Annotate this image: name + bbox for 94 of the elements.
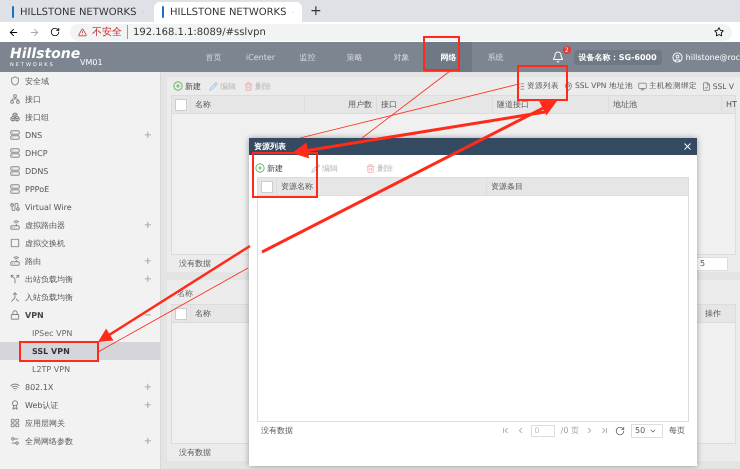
- empty-message: 没有数据: [179, 447, 211, 458]
- close-button[interactable]: [682, 141, 693, 152]
- page-size-select[interactable]: 50: [631, 424, 663, 438]
- first-page-icon[interactable]: [500, 426, 510, 435]
- pin-icon: [564, 82, 574, 90]
- plus-icon: [173, 81, 183, 91]
- menu-icon: [10, 202, 20, 212]
- column-header: 资源名称: [276, 178, 486, 195]
- menu-icon: [10, 292, 20, 302]
- next-page-icon[interactable]: [585, 426, 594, 435]
- sidebar-subitem[interactable]: SSL VPN: [0, 342, 160, 360]
- highlight-frame: [252, 152, 318, 198]
- back-icon[interactable]: [8, 26, 19, 38]
- sidebar-item[interactable]: VPN −: [0, 306, 160, 324]
- column-header: 名称: [190, 96, 304, 113]
- checkbox[interactable]: [175, 308, 187, 320]
- sidebar-item[interactable]: 虚拟交换机: [0, 234, 160, 252]
- trash-icon: [244, 82, 253, 90]
- sidebar-item[interactable]: 802.1X +: [0, 378, 160, 396]
- sidebar-item[interactable]: 接口: [0, 90, 160, 108]
- sidebar-item[interactable]: 入站负载均衡: [0, 288, 160, 306]
- column-header: 操作: [700, 305, 740, 322]
- column-header: 接口: [376, 96, 492, 113]
- menu-icon: [10, 220, 20, 230]
- checkbox[interactable]: [261, 181, 273, 193]
- column-header: HT: [721, 96, 740, 113]
- column-header: 地址池: [608, 96, 721, 113]
- menu-icon: [10, 256, 20, 266]
- add-button[interactable]: 新建: [173, 80, 201, 92]
- menu-icon: [10, 418, 20, 428]
- address-bar[interactable]: 不安全 192.168.1.1:8089/#sslvpn: [70, 24, 732, 40]
- empty-message: 没有数据: [179, 258, 211, 269]
- menu-icon: [10, 112, 20, 122]
- menu-icon: [10, 76, 20, 86]
- url-text: 192.168.1.1:8089/#sslvpn: [133, 26, 266, 38]
- highlight-frame: [517, 65, 568, 101]
- sidebar-item[interactable]: 接口组: [0, 108, 160, 126]
- menu-icon: [10, 238, 20, 248]
- sidebar-item[interactable]: Virtual Wire: [0, 198, 160, 216]
- column-header: 用户数: [304, 96, 376, 113]
- monitor-icon: [638, 82, 647, 90]
- device-name: 设备名称：SG-6000: [574, 50, 662, 64]
- refresh-icon[interactable]: [615, 426, 625, 436]
- sidebar-item[interactable]: 应用层网关: [0, 414, 160, 432]
- add-button[interactable]: 新建: [255, 162, 283, 174]
- user-icon[interactable]: [672, 52, 683, 62]
- pencil-icon: [209, 82, 218, 90]
- sidebar-item[interactable]: 虚拟路由器 +: [0, 216, 160, 234]
- sidebar-item[interactable]: Web认证 +: [0, 396, 160, 414]
- last-page-icon[interactable]: [600, 426, 609, 435]
- menu-icon: [10, 310, 20, 320]
- warning-icon: [78, 28, 87, 36]
- menu-icon: [10, 166, 20, 176]
- forward-icon[interactable]: [29, 26, 40, 38]
- star-icon[interactable]: [714, 27, 724, 37]
- menu-icon: [10, 94, 20, 104]
- page-count: /0 页: [560, 425, 579, 436]
- sidebar-item[interactable]: DHCP: [0, 144, 160, 162]
- document-icon: [702, 82, 711, 90]
- browser-tab[interactable]: HILLSTONE NETWORKS: [154, 2, 302, 22]
- reload-icon[interactable]: [50, 27, 60, 37]
- menu-icon: [10, 130, 20, 140]
- sidebar-item[interactable]: 路由 +: [0, 252, 160, 270]
- page-size-select[interactable]: 5: [696, 256, 728, 270]
- pencil-icon: [311, 164, 320, 172]
- sidebar-subitem[interactable]: L2TP VPN: [0, 360, 160, 378]
- per-page-label: 每页: [669, 425, 685, 436]
- menu-icon: [10, 436, 20, 446]
- sidebar-item[interactable]: 全局网络参数 +: [0, 432, 160, 450]
- notification-bell-icon[interactable]: [552, 51, 564, 63]
- sidebar-item[interactable]: 出站负载均衡 +: [0, 270, 160, 288]
- sidebar-item[interactable]: DNS +: [0, 126, 160, 144]
- menu-icon: [10, 382, 20, 392]
- sidebar-item[interactable]: DDNS: [0, 162, 160, 180]
- checkbox[interactable]: [175, 99, 187, 111]
- empty-message: 没有数据: [261, 425, 293, 436]
- dialog-title: 资源列表: [254, 141, 286, 152]
- highlight-frame: [423, 36, 460, 71]
- trash-icon: [366, 164, 375, 172]
- sidebar-item[interactable]: PPPoE: [0, 180, 160, 198]
- user-menu[interactable]: hillstone@roc: [686, 52, 740, 62]
- menu-icon: [10, 184, 20, 194]
- sidebar-item[interactable]: 安全域: [0, 72, 160, 90]
- browser-tab[interactable]: HILLSTONE NETWORKS: [4, 2, 152, 22]
- menu-icon: [10, 400, 20, 410]
- column-header: 资源条目: [486, 178, 686, 195]
- sidebar-subitem[interactable]: IPSec VPN: [0, 324, 160, 342]
- nav-tab[interactable]: 网络: [425, 42, 472, 72]
- menu-icon: [10, 148, 20, 158]
- new-tab-button[interactable]: +: [310, 3, 322, 19]
- plus-icon: [255, 163, 265, 173]
- security-label: 不安全: [92, 25, 128, 39]
- menu-icon: [10, 274, 20, 284]
- device-label: VM01: [80, 58, 104, 66]
